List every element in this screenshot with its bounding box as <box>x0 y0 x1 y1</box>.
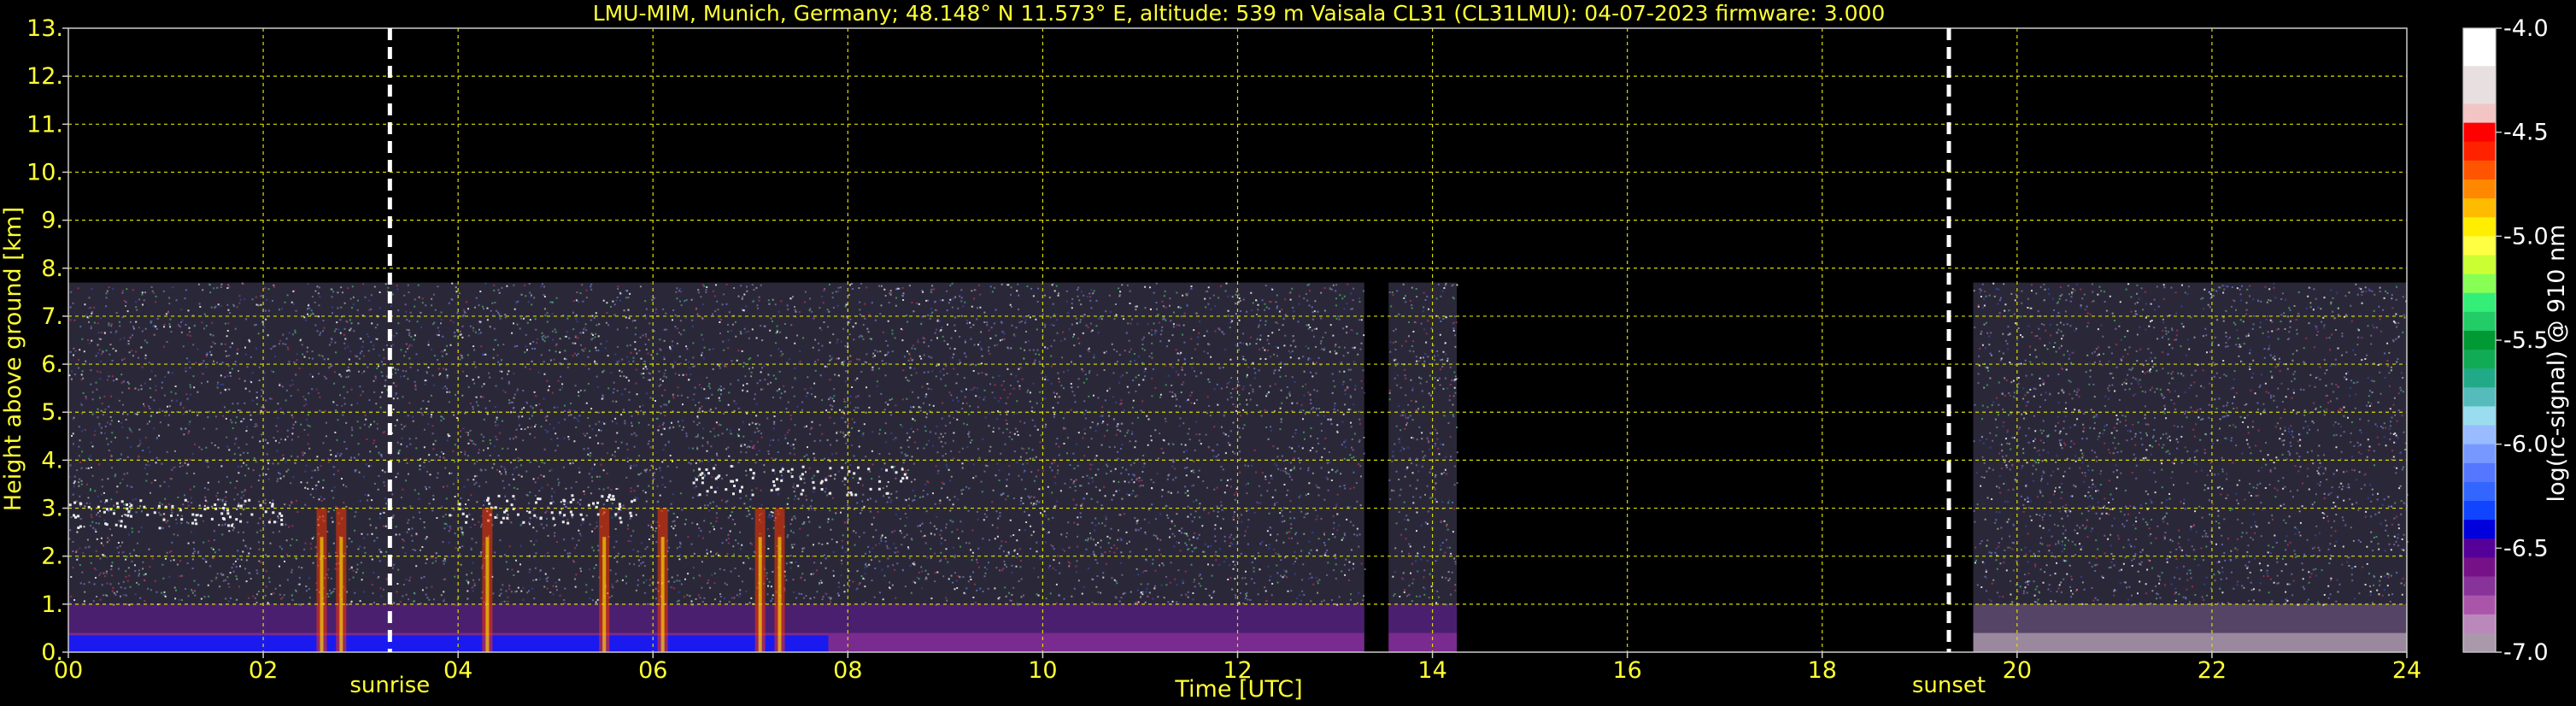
colorbar-swatch <box>2463 160 2496 180</box>
sunset-label: sunset <box>1912 673 1986 698</box>
colorbar-swatch <box>2463 425 2496 445</box>
y-axis-label: Height above ground [km] <box>0 207 26 511</box>
colorbar-swatch <box>2463 198 2496 218</box>
fall-streak-core <box>320 537 324 652</box>
colorbar-swatch <box>2463 632 2496 653</box>
colorbar-swatch <box>2463 406 2496 427</box>
colorbar-swatch <box>2463 462 2496 483</box>
x-tick-label: 02 <box>249 657 278 684</box>
x-tick-label: 10 <box>1028 657 1057 684</box>
fall-streak-core <box>339 537 343 652</box>
colorbar-swatch <box>2463 557 2496 578</box>
colorbar-swatch <box>2463 141 2496 162</box>
colorbar-swatch <box>2463 368 2496 388</box>
y-tick-label: 13. <box>26 15 63 42</box>
colorbar-swatch <box>2463 236 2496 256</box>
colorbar-label: log(rc-signal) @ 910 nm <box>2544 225 2570 503</box>
sunrise-label: sunrise <box>349 673 430 698</box>
colorbar-swatch <box>2463 350 2496 369</box>
fall-streak-core <box>758 537 762 652</box>
colorbar-swatch <box>2463 444 2496 464</box>
y-tick-label: 2. <box>41 544 63 570</box>
y-tick-label: 7. <box>41 303 63 330</box>
colorbar-swatch <box>2463 576 2496 597</box>
x-tick-label: 24 <box>2392 657 2421 684</box>
colorbar-tick-label: -4.5 <box>2503 120 2549 146</box>
colorbar <box>2462 27 2497 653</box>
colorbar-swatch <box>2463 595 2496 615</box>
aerosol-band-lower <box>1973 632 2407 652</box>
y-tick-label: 0. <box>41 639 63 666</box>
x-tick-label: 22 <box>2198 657 2227 684</box>
x-tick-label: 18 <box>1808 657 1837 684</box>
colorbar-swatch <box>2463 85 2496 105</box>
x-tick-label: 06 <box>638 657 667 684</box>
chart-title: LMU-MIM, Munich, Germany; 48.148° N 11.5… <box>593 1 1886 26</box>
aerosol-band-lower <box>1388 632 1458 652</box>
surface-aerosol-core <box>68 635 829 652</box>
y-tick-label: 6. <box>41 351 63 378</box>
colorbar-swatch <box>2463 28 2496 48</box>
fall-streak-core <box>485 537 490 652</box>
colorbar-swatch <box>2463 217 2496 237</box>
backscatter-layer <box>68 282 2409 652</box>
y-tick-label: 9. <box>41 208 63 234</box>
y-tick-label: 5. <box>41 399 63 426</box>
colorbar-swatch <box>2463 387 2496 408</box>
signal-segment <box>1973 282 2407 652</box>
x-tick-label: 14 <box>1417 657 1446 684</box>
x-tick-label: 16 <box>1612 657 1641 684</box>
colorbar-tick-label: -5.0 <box>2503 223 2549 250</box>
colorbar-tick-label: -7.0 <box>2503 639 2549 666</box>
colorbar-swatch <box>2463 481 2496 502</box>
colorbar-swatch <box>2463 311 2496 332</box>
colorbar-swatch <box>2463 122 2496 143</box>
y-tick-label: 10. <box>26 159 63 185</box>
colorbar-swatch <box>2463 47 2496 67</box>
x-axis-label: Time [UTC] <box>1174 676 1302 703</box>
aerosol-band-upper <box>1973 603 2407 633</box>
y-tick-label: 1. <box>41 591 63 618</box>
colorbar-swatch <box>2463 292 2496 313</box>
colorbar-tick-label: -4.0 <box>2503 15 2549 42</box>
fall-streak-core <box>660 537 665 652</box>
colorbar-tick-label: -6.0 <box>2503 432 2549 458</box>
fall-streak-core <box>602 537 607 652</box>
fall-streak-core <box>777 537 782 652</box>
y-tick-label: 8. <box>41 256 63 282</box>
colorbar-swatch <box>2463 538 2496 558</box>
colorbar-swatch <box>2463 255 2496 275</box>
colorbar-swatch <box>2463 501 2496 521</box>
colorbar-swatch <box>2463 103 2496 124</box>
y-tick-label: 11. <box>26 111 63 138</box>
x-tick-label: 20 <box>2003 657 2032 684</box>
colorbar-swatch <box>2463 520 2496 539</box>
y-tick-label: 12. <box>26 63 63 90</box>
colorbar-tick-label: -6.5 <box>2503 535 2549 562</box>
y-tick-label: 4. <box>41 447 63 474</box>
colorbar-swatch <box>2463 614 2496 634</box>
ceilometer-chart: sunrise sunset 00 02 04 06 08 10 12 14 16 18 20 22 24… <box>0 0 2576 706</box>
colorbar-swatch <box>2463 66 2496 85</box>
colorbar-swatch <box>2463 274 2496 294</box>
x-tick-label: 08 <box>833 657 862 684</box>
colorbar-swatch <box>2463 179 2496 199</box>
aerosol-band-upper <box>1388 603 1458 633</box>
colorbar-tick-label: -5.5 <box>2503 327 2549 354</box>
y-tick-label: 3. <box>41 496 63 522</box>
x-tick-label: 04 <box>443 657 472 684</box>
colorbar-swatch <box>2463 330 2496 350</box>
